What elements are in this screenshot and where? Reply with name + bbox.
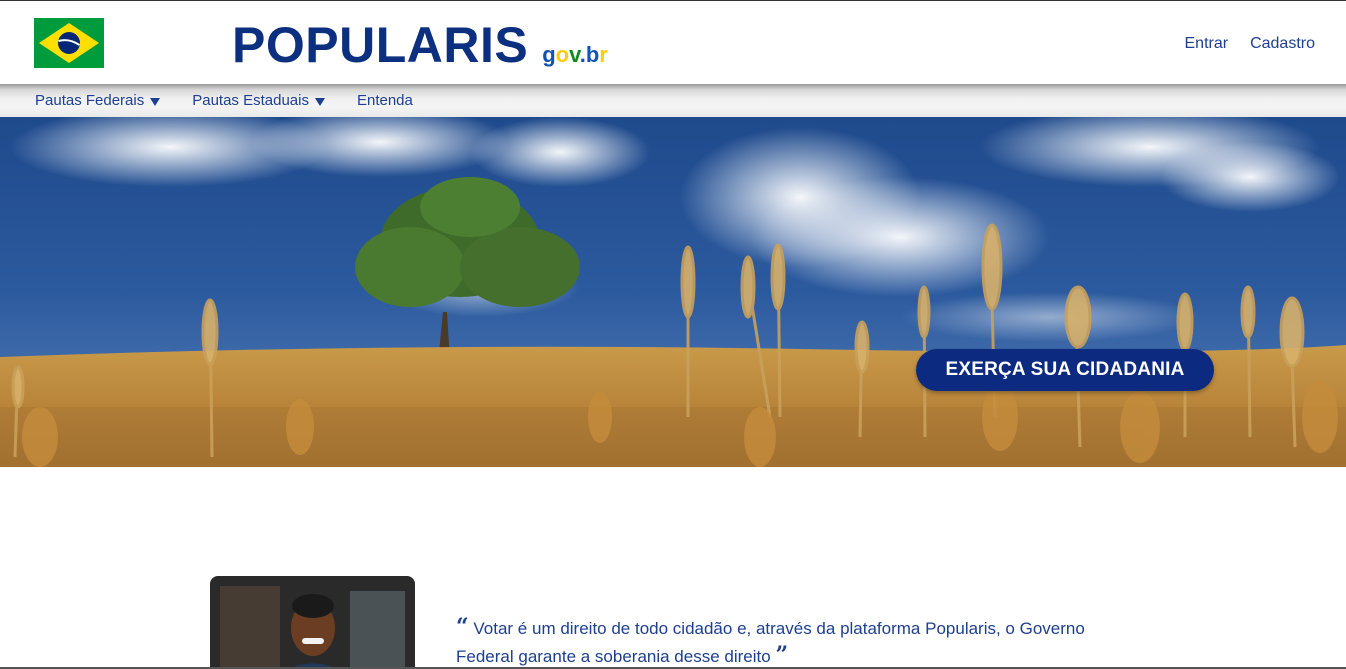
signup-link[interactable]: Cadastro [1250, 35, 1315, 53]
wheat-field-image [0, 117, 1346, 467]
site-title: POPULARIS [232, 17, 529, 73]
quote-text: Votar é um direito de todo cidadão e, at… [456, 619, 1085, 666]
chevron-down-icon [150, 97, 161, 106]
nav-item-label: Pautas Estaduais [192, 92, 309, 109]
nav-item-pautas-federais[interactable]: Pautas Federais [35, 92, 161, 109]
nav-item-pautas-estaduais[interactable]: Pautas Estaduais [192, 92, 325, 109]
login-link[interactable]: Entrar [1185, 35, 1229, 53]
brazil-flag-icon[interactable] [34, 18, 104, 68]
chevron-down-icon [314, 97, 325, 106]
testimonial-quote: “ Votar é um direito de todo cidadão e, … [456, 614, 1096, 669]
nav-item-entenda[interactable]: Entenda [357, 92, 413, 109]
auth-links: Entrar Cadastro [1185, 35, 1316, 53]
testimonial-photo [210, 576, 415, 669]
nav-item-label: Pautas Federais [35, 92, 145, 109]
exerca-cidadania-button[interactable]: EXERÇA SUA CIDADANIA [916, 349, 1214, 391]
brand[interactable]: POPULARIS gov.br [232, 17, 608, 73]
close-quote-icon: ” [775, 642, 789, 668]
hero-banner: EXERÇA SUA CIDADANIA [0, 117, 1346, 467]
open-quote-icon: “ [456, 614, 469, 640]
govbr-logo: gov.br [542, 42, 608, 67]
main-nav: Pautas Federais Pautas Estaduais Entenda [0, 84, 1346, 117]
nav-item-label: Entenda [356, 92, 413, 109]
site-header: POPULARIS gov.br Entrar Cadastro [0, 0, 1346, 84]
